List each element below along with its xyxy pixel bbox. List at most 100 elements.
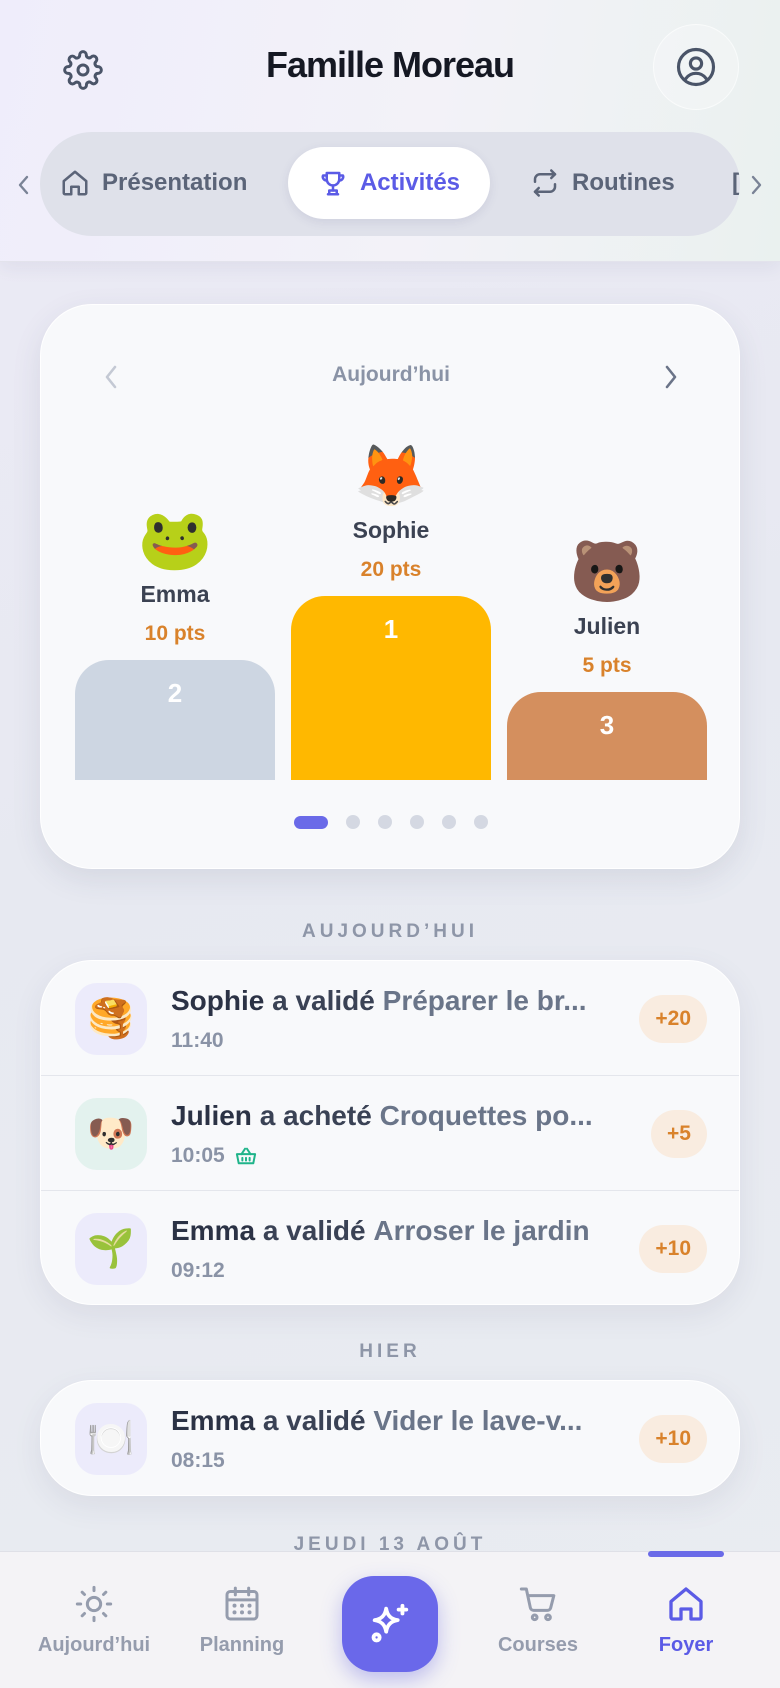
podium-rank: 3: [599, 710, 615, 740]
points-badge: +10: [639, 1415, 707, 1463]
activity-member: Emma: [171, 1215, 256, 1246]
gear-icon: [63, 50, 103, 90]
basket-icon: [235, 1147, 256, 1165]
activity-title: Emma a validé Arroser le jardin: [171, 1215, 611, 1247]
nav-label: Foyer: [658, 1634, 714, 1656]
activity-member: Sophie: [171, 985, 265, 1016]
pancakes-icon: 🥞: [75, 983, 147, 1055]
active-tab-indicator: [648, 1551, 724, 1557]
member-points: 5 pts: [582, 654, 632, 677]
activity-row[interactable]: 🍽️ Emma a validé Vider le lave-v... 08:1…: [41, 1381, 739, 1495]
pagination-dot[interactable]: [346, 815, 360, 829]
activity-row[interactable]: 🐶 Julien a acheté Croquettes po... 10:05…: [41, 1075, 739, 1189]
sun-icon: [75, 1585, 113, 1623]
cart-icon: [519, 1587, 556, 1622]
nav-label: Planning: [199, 1634, 285, 1656]
dog-icon: 🐶: [75, 1098, 147, 1170]
page-title: Famille Moreau: [265, 44, 515, 85]
frog-avatar-icon: 🐸: [137, 506, 213, 573]
nav-planning[interactable]: Planning: [167, 1584, 317, 1657]
tab-label: [: [732, 169, 740, 196]
activity-task: Vider le lave-v...: [373, 1405, 583, 1436]
previous-period-button[interactable]: [91, 357, 131, 397]
tab-label: Routines: [572, 169, 675, 196]
leaderboard-card: Aujourd’hui 🐸 Emma 10 pts 2 🦊 Sophie 20 …: [40, 304, 740, 869]
activity-time: 08:15: [171, 1449, 225, 1472]
activity-time-row: 08:15: [171, 1449, 225, 1473]
podium-block-second: 2: [75, 660, 275, 780]
tabs-scroll-left[interactable]: [14, 168, 34, 202]
tab-routines[interactable]: Routines: [510, 147, 695, 219]
member-name: Julien: [573, 613, 641, 639]
section-label-yesterday: HIER: [359, 1341, 421, 1362]
tabs-scroll-right[interactable]: [746, 168, 766, 202]
pagination-dot[interactable]: [294, 815, 328, 829]
podium-block-third: 3: [507, 692, 707, 780]
activity-verb: a validé: [272, 985, 375, 1016]
activity-task: Arroser le jardin: [373, 1215, 590, 1246]
points-badge: +5: [651, 1110, 707, 1158]
profile-button[interactable]: [653, 24, 739, 110]
member-points: 20 pts: [360, 558, 422, 581]
activity-time: 10:05: [171, 1144, 225, 1167]
tab-label: Activités: [359, 169, 461, 196]
pagination-dot[interactable]: [378, 815, 392, 829]
activity-row[interactable]: 🥞 Sophie a validé Préparer le br... 11:4…: [41, 961, 739, 1075]
podium-member-emma[interactable]: 🐸 Emma 10 pts: [75, 505, 275, 646]
activity-verb: a acheté: [259, 1100, 372, 1131]
activity-task: Préparer le br...: [382, 985, 587, 1016]
nav-foyer[interactable]: Foyer: [611, 1584, 761, 1657]
activity-verb: a validé: [262, 1215, 366, 1246]
bear-avatar-icon: 🐻: [569, 538, 645, 605]
pagination-dot[interactable]: [474, 815, 488, 829]
tab-presentation[interactable]: Présentation: [40, 147, 267, 219]
tab-bar: Présentation Activités Routines [: [40, 132, 740, 236]
activity-time: 09:12: [171, 1259, 225, 1282]
tab-activites[interactable]: Activités: [288, 147, 490, 219]
sparkles-icon: [371, 1603, 409, 1643]
chevron-right-icon: [751, 175, 762, 195]
chevron-right-icon: [665, 365, 677, 389]
repeat-icon: [533, 169, 557, 197]
activity-title: Emma a validé Vider le lave-v...: [171, 1405, 611, 1437]
settings-button[interactable]: [55, 42, 111, 98]
chevron-left-icon: [105, 365, 117, 389]
tab-next[interactable]: [: [712, 147, 740, 219]
home-icon: [669, 1587, 703, 1621]
nav-label: Aujourd’hui: [37, 1634, 151, 1656]
seedling-icon: 🌱: [75, 1213, 147, 1285]
pagination-dot[interactable]: [442, 815, 456, 829]
plate-icon: 🍽️: [75, 1403, 147, 1475]
member-name: Emma: [140, 581, 210, 607]
activity-time: 11:40: [171, 1029, 224, 1052]
calendar-icon: [225, 1586, 259, 1621]
pagination-dot[interactable]: [410, 815, 424, 829]
activity-member: Emma: [171, 1405, 256, 1436]
nav-courses[interactable]: Courses: [463, 1584, 613, 1657]
tab-label: Présentation: [102, 169, 248, 196]
user-circle-icon: [676, 47, 716, 87]
podium-block-first: 1: [291, 596, 491, 780]
section-label-today: AUJOURD’HUI: [302, 921, 478, 942]
nav-aujourdhui[interactable]: Aujourd’hui: [19, 1584, 169, 1657]
podium-member-julien[interactable]: 🐻 Julien 5 pts: [507, 537, 707, 678]
activity-list-yesterday: 🍽️ Emma a validé Vider le lave-v... 08:1…: [40, 1380, 740, 1496]
activity-time-row: 11:40: [171, 1029, 224, 1053]
chevron-left-icon: [18, 175, 29, 195]
nav-label: Courses: [497, 1634, 579, 1656]
points-badge: +10: [639, 1225, 707, 1273]
carousel-pagination: [41, 815, 741, 829]
ai-assistant-button[interactable]: [342, 1576, 438, 1672]
podium-member-sophie[interactable]: 🦊 Sophie 20 pts: [291, 441, 491, 582]
activity-time-row: 09:12: [171, 1259, 225, 1283]
period-label: Aujourd’hui: [332, 363, 450, 386]
podium-rank: 1: [383, 614, 399, 644]
activity-verb: a validé: [262, 1405, 366, 1436]
next-period-button[interactable]: [651, 357, 691, 397]
member-name: Sophie: [352, 517, 430, 543]
activity-row[interactable]: 🌱 Emma a validé Arroser le jardin 09:12 …: [41, 1190, 739, 1304]
activity-list-today: 🥞 Sophie a validé Préparer le br... 11:4…: [40, 960, 740, 1305]
activity-title: Sophie a validé Préparer le br...: [171, 985, 611, 1017]
trophy-icon: [321, 171, 345, 196]
activity-title: Julien a acheté Croquettes po...: [171, 1100, 611, 1132]
